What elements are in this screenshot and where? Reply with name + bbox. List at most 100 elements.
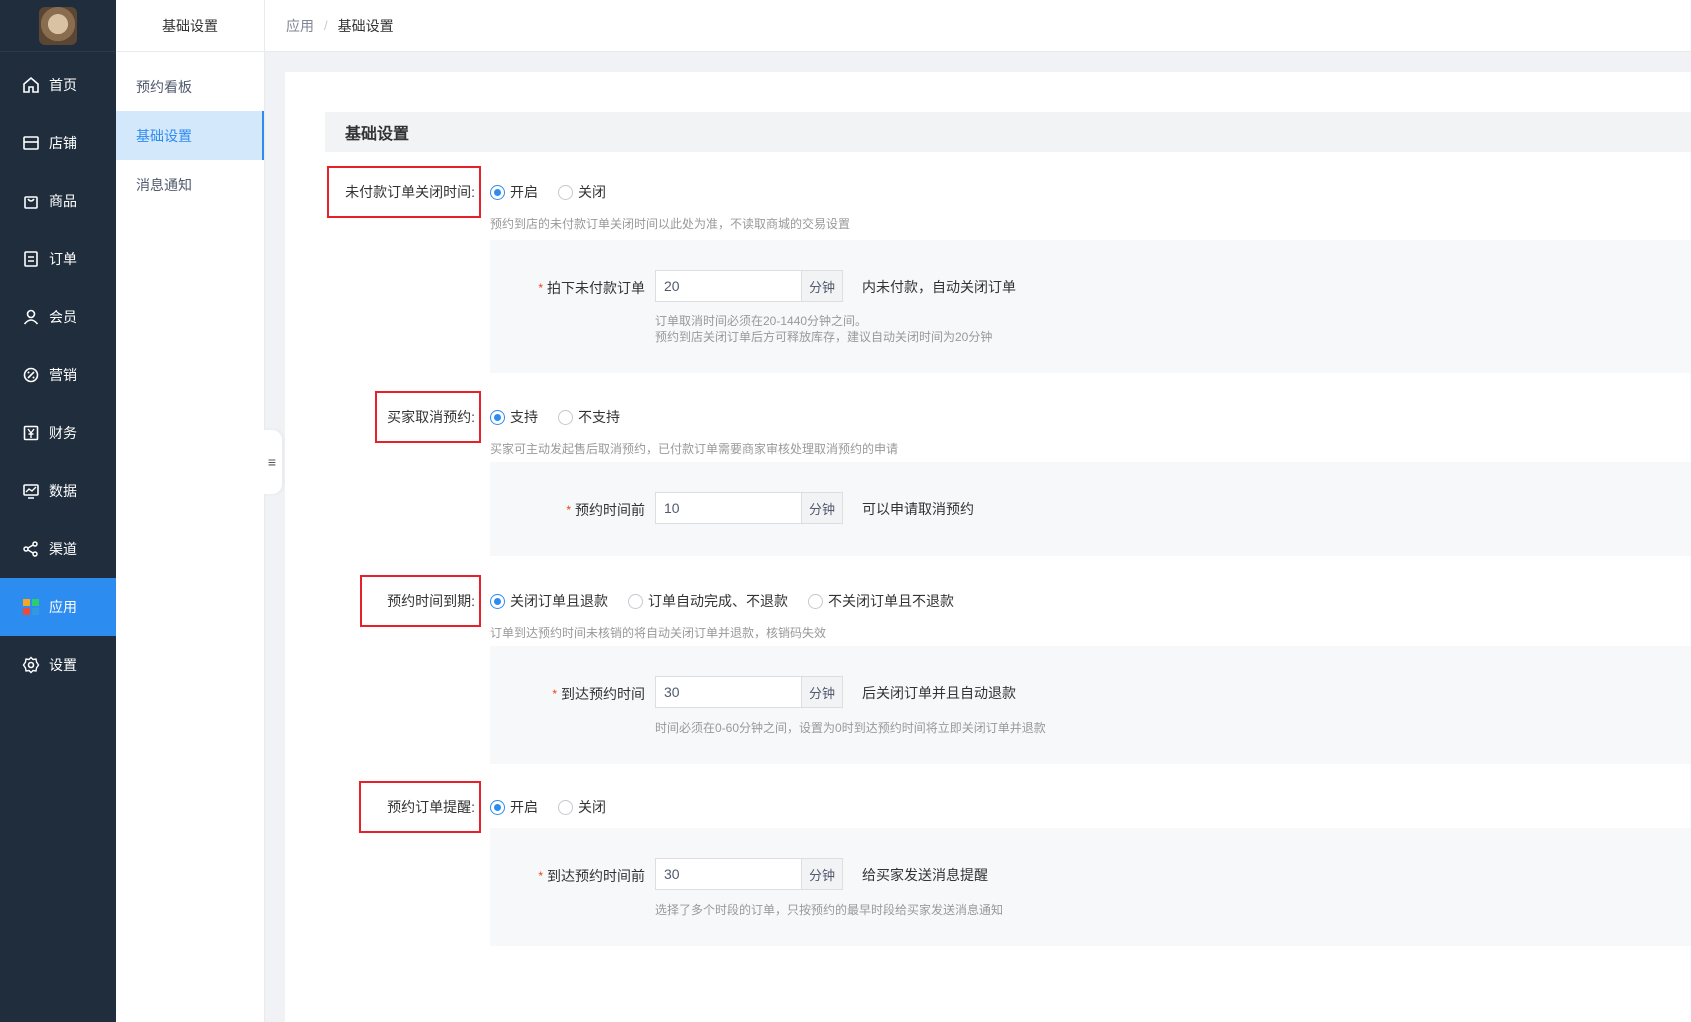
radio-dot — [558, 184, 573, 200]
sidebar-item-label: 会员 — [49, 309, 77, 325]
sub-panel-unpaid-close: * 拍下未付款订单 分钟 内未付款，自动关闭订单 订单取消时间必须在20-1440… — [490, 240, 1691, 373]
field-label-text: 到达预约时间 — [561, 686, 645, 702]
sidebar-item-goods[interactable]: 商品 — [0, 172, 116, 230]
subnav-item-message-notify[interactable]: 消息通知 — [116, 160, 264, 209]
breadcrumb: 应用 / 基础设置 — [286, 16, 394, 36]
setting-label-buyer-cancel: 买家取消预约: — [387, 409, 475, 425]
sidebar-item-label: 首页 — [49, 77, 77, 93]
sidebar-item-label: 营销 — [49, 367, 77, 383]
radio-reminder-on[interactable]: 开启 — [490, 797, 538, 817]
setting-label-unpaid-close: 未付款订单关闭时间: — [345, 184, 475, 200]
sidebar-item-label: 渠道 — [49, 541, 77, 557]
radio-expire-keep-open[interactable]: 不关闭订单且不退款 — [808, 591, 954, 611]
radio-dot — [490, 799, 505, 815]
sidebar-item-data[interactable]: 数据 — [0, 462, 116, 520]
radio-unpaid-close-on[interactable]: 开启 — [490, 182, 538, 202]
panel-hint: 预约到店关闭订单后方可释放库存，建议自动关闭时间为20分钟 — [655, 330, 993, 344]
required-mark: * — [538, 281, 543, 295]
field-label: * 到达预约时间前 — [538, 866, 645, 886]
breadcrumb-separator: / — [324, 18, 328, 33]
unit-addon: 分钟 — [801, 676, 843, 708]
radio-dot — [490, 593, 505, 609]
radio-unpaid-close-off[interactable]: 关闭 — [558, 182, 606, 202]
reminder-minutes-input[interactable] — [655, 858, 801, 890]
sidebar-item-label: 财务 — [49, 425, 77, 441]
sidebar-item-channel[interactable]: 渠道 — [0, 520, 116, 578]
chart-icon — [22, 482, 40, 500]
sidebar-item-apps[interactable]: 应用 — [0, 578, 116, 636]
after-text: 可以申请取消预约 — [862, 501, 974, 517]
main-sidebar: 首页 店铺 商品 订单 会员 营销 财务 数据 渠道 应用 设置 — [0, 0, 116, 1022]
collapse-sidebar-button[interactable]: ≡ — [262, 430, 282, 494]
required-mark: * — [538, 869, 543, 883]
apps-icon — [22, 598, 40, 616]
sidebar-item-orders[interactable]: 订单 — [0, 230, 116, 288]
required-mark: * — [552, 687, 557, 701]
sidebar-item-store[interactable]: 店铺 — [0, 114, 116, 172]
unit-addon: 分钟 — [801, 492, 843, 524]
radio-label: 订单自动完成、不退款 — [648, 593, 788, 609]
subnav-item-booking-board[interactable]: 预约看板 — [116, 62, 264, 111]
radio-dot — [628, 593, 643, 609]
setting-hint: 订单到达预约时间未核销的将自动关闭订单并退款，核销码失效 — [490, 626, 827, 640]
radio-label: 不支持 — [578, 409, 620, 425]
bag-icon — [22, 192, 40, 210]
field-label-text: 拍下未付款订单 — [547, 280, 645, 296]
setting-hint: 买家可主动发起售后取消预约，已付款订单需要商家审核处理取消预约的申请 — [490, 442, 899, 456]
order-icon — [22, 250, 40, 268]
home-icon — [22, 76, 40, 94]
sidebar-item-label: 店铺 — [49, 135, 77, 151]
unit-addon: 分钟 — [801, 858, 843, 890]
setting-label-booking-reminder: 预约订单提醒: — [387, 799, 475, 815]
share-icon — [22, 540, 40, 558]
after-text: 后关闭订单并且自动退款 — [862, 685, 1016, 701]
breadcrumb-item-current: 基础设置 — [337, 17, 394, 34]
radio-group-booking-reminder: 开启 关闭 — [490, 797, 626, 817]
sidebar-item-label: 应用 — [49, 599, 77, 615]
radio-expire-auto-complete[interactable]: 订单自动完成、不退款 — [628, 591, 788, 611]
sidebar-item-finance[interactable]: 财务 — [0, 404, 116, 462]
after-text: 给买家发送消息提醒 — [862, 867, 988, 883]
radio-label: 不关闭订单且不退款 — [828, 593, 954, 609]
menu-collapse-icon: ≡ — [267, 454, 277, 470]
unpaid-minutes-input[interactable] — [655, 270, 801, 302]
radio-dot — [558, 799, 573, 815]
cancel-minutes-input[interactable] — [655, 492, 801, 524]
required-mark: * — [566, 503, 571, 517]
sidebar-item-members[interactable]: 会员 — [0, 288, 116, 346]
sidebar-item-label: 数据 — [49, 483, 77, 499]
subnav-item-basic-settings[interactable]: 基础设置 — [116, 111, 264, 160]
secondary-sidebar: 基础设置 预约看板 基础设置 消息通知 — [116, 0, 265, 1022]
radio-dot — [490, 184, 505, 200]
minutes-input-group: 分钟 — [655, 858, 843, 890]
radio-expire-close-refund[interactable]: 关闭订单且退款 — [490, 591, 608, 611]
radio-label: 支持 — [510, 409, 538, 425]
sidebar-item-settings[interactable]: 设置 — [0, 636, 116, 694]
panel-hint: 选择了多个时段的订单，只按预约的最早时段给买家发送消息通知 — [655, 903, 1004, 917]
radio-dot — [558, 409, 573, 425]
radio-reminder-off[interactable]: 关闭 — [558, 797, 606, 817]
radio-buyer-cancel-support[interactable]: 支持 — [490, 407, 538, 427]
expire-minutes-input[interactable] — [655, 676, 801, 708]
subnav-title: 基础设置 — [116, 0, 264, 52]
minutes-input-group: 分钟 — [655, 270, 843, 302]
radio-buyer-cancel-unsupported[interactable]: 不支持 — [558, 407, 620, 427]
panel-hint: 订单取消时间必须在20-1440分钟之间。 — [655, 314, 868, 328]
setting-hint: 预约到店的未付款订单关闭时间以此处为准，不读取商城的交易设置 — [490, 217, 851, 231]
field-label: * 到达预约时间 — [552, 684, 645, 704]
main-content: 基础设置 未付款订单关闭时间: 开启 关闭 预约到店的未付款订单关闭时间以此处为… — [285, 72, 1691, 1022]
store-icon — [22, 134, 40, 152]
radio-group-buyer-cancel: 支持 不支持 — [490, 407, 640, 427]
field-label: * 拍下未付款订单 — [538, 278, 645, 298]
after-text: 内未付款，自动关闭订单 — [862, 279, 1016, 295]
radio-label: 关闭 — [578, 799, 606, 815]
radio-group-booking-expire: 关闭订单且退款 订单自动完成、不退款 不关闭订单且不退款 — [490, 591, 974, 611]
sub-panel-booking-expire: * 到达预约时间 分钟 后关闭订单并且自动退款 时间必须在0-60分钟之间，设置为… — [490, 646, 1691, 764]
logo[interactable] — [0, 0, 116, 52]
radio-dot — [490, 409, 505, 425]
sidebar-item-home[interactable]: 首页 — [0, 56, 116, 114]
unit-addon: 分钟 — [801, 270, 843, 302]
breadcrumb-item-apps[interactable]: 应用 — [286, 16, 314, 36]
sidebar-item-marketing[interactable]: 营销 — [0, 346, 116, 404]
avatar — [39, 6, 77, 45]
